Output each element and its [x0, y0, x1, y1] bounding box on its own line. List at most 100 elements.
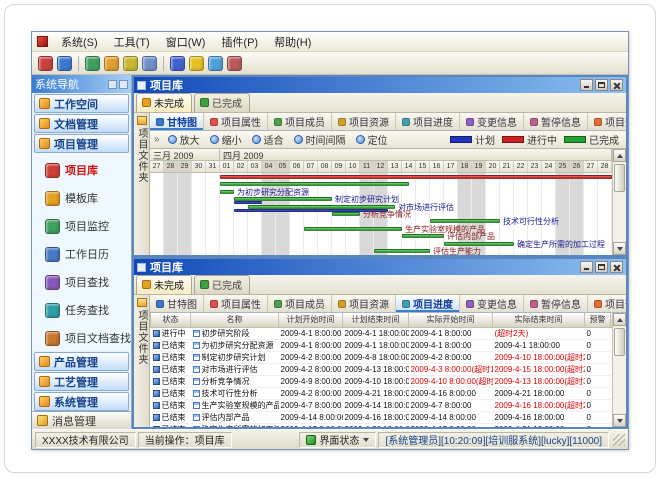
table-row[interactable]: 已结束评估内部产品2009-4-14 8:00:002009-4-16 18:0…: [151, 411, 613, 423]
tab-item[interactable]: 项目进度: [396, 295, 460, 312]
table-row[interactable]: 已结束生产实验室规模的产品2009-4-7 8:00:002009-4-14 1…: [151, 399, 613, 411]
column-header[interactable]: 实际开始时间: [409, 313, 493, 327]
gantt-bar[interactable]: [234, 197, 332, 201]
workspace-icon[interactable]: [57, 56, 72, 71]
scroll-down-icon[interactable]: [613, 414, 626, 427]
table-row[interactable]: 已结束制定初步研究计划2009-4-2 8:00:002009-4-8 18:0…: [151, 351, 613, 363]
gantt-bar[interactable]: [332, 212, 360, 216]
folder-side-tab[interactable]: 项目文件夹: [134, 295, 150, 427]
gantt-bar[interactable]: [444, 242, 514, 246]
report-icon[interactable]: [142, 56, 157, 71]
gantt-bar[interactable]: [430, 219, 500, 223]
table-window-titlebar[interactable]: 项目库: [134, 259, 626, 275]
tab-item[interactable]: 项目进度: [396, 113, 460, 130]
maximize-button[interactable]: [595, 79, 608, 91]
sidebar-group[interactable]: 项目管理: [34, 134, 129, 153]
folder-side-tab[interactable]: 项目文件夹: [134, 113, 150, 255]
scroll-down-icon[interactable]: [613, 242, 626, 255]
overflow-chevron-icon[interactable]: [154, 134, 160, 145]
info-icon[interactable]: [170, 56, 185, 71]
gantt-bar[interactable]: [220, 175, 612, 179]
gantt-bar[interactable]: [220, 182, 409, 186]
gantt-bar[interactable]: [220, 190, 234, 194]
cascade-windows-icon[interactable]: [104, 56, 119, 71]
zoom-out-button[interactable]: 缩小: [208, 132, 244, 147]
minimize-button[interactable]: [580, 79, 593, 91]
column-header[interactable]: 计划结束时间: [343, 313, 409, 327]
sidebar-tab-messages[interactable]: 消息管理: [32, 411, 131, 429]
filter-tab[interactable]: 未完成: [136, 275, 192, 294]
scroll-up-icon[interactable]: [613, 149, 626, 162]
sidebar-item[interactable]: 模板库: [32, 184, 131, 212]
pin-icon[interactable]: [108, 80, 117, 89]
zoom-in-button[interactable]: 放大: [166, 132, 202, 147]
locate-button[interactable]: 定位: [354, 132, 390, 147]
gantt-bar[interactable]: [248, 205, 395, 209]
sidebar-item[interactable]: 项目监控: [32, 212, 131, 240]
tab-item[interactable]: 项目预警: [588, 295, 626, 312]
filter-tab[interactable]: 未完成: [136, 93, 192, 112]
exit-icon[interactable]: [227, 56, 242, 71]
sidebar-group[interactable]: 工作空间: [34, 94, 129, 113]
menu-item[interactable]: 窗口(W): [158, 31, 214, 53]
close-button[interactable]: [610, 261, 623, 273]
menu-item[interactable]: 工具(T): [106, 31, 158, 53]
refresh-icon[interactable]: [85, 56, 100, 71]
tab-item[interactable]: 项目资源: [332, 113, 396, 130]
tab-item[interactable]: 暂停信息: [524, 295, 588, 312]
tab-item[interactable]: 项目成员: [268, 295, 332, 312]
maximize-button[interactable]: [595, 261, 608, 273]
sidebar-group[interactable]: 文档管理: [34, 114, 129, 133]
tab-item[interactable]: 项目成员: [268, 113, 332, 130]
scroll-thumb[interactable]: [614, 164, 625, 192]
system-icon[interactable]: [38, 56, 53, 71]
gantt-vertical-scrollbar[interactable]: [612, 149, 626, 255]
column-header[interactable]: 计划开始时间: [279, 313, 343, 327]
sidebar-item[interactable]: 项目查找: [32, 268, 131, 296]
gantt-window-titlebar[interactable]: 项目库: [134, 77, 626, 93]
menu-item[interactable]: 系统(S): [53, 31, 106, 53]
table-row[interactable]: 已结束分析竞争情况2009-4-9 8:00:002009-4-10 18:00…: [151, 375, 613, 387]
minimize-button[interactable]: [580, 261, 593, 273]
resize-grip[interactable]: [613, 434, 625, 446]
gantt-plot[interactable]: 为初步研究分配资源制定初步研究计划对市场进行评估分析竞争情况技术可行性分析生产实…: [150, 173, 612, 255]
gantt-bar[interactable]: [304, 227, 402, 231]
tab-item[interactable]: 项目预警: [588, 113, 626, 130]
tab-item[interactable]: 甘特图: [150, 113, 204, 130]
sidebar-item[interactable]: 任务查找: [32, 296, 131, 324]
tab-item[interactable]: 项目属性: [204, 295, 268, 312]
mail-icon[interactable]: [123, 56, 138, 71]
zoom-fit-button[interactable]: 适合: [250, 132, 286, 147]
sidebar-group[interactable]: 产品管理: [34, 352, 129, 371]
sidebar-group[interactable]: 工艺管理: [34, 372, 129, 391]
tab-item[interactable]: 变更信息: [460, 113, 524, 130]
tab-item[interactable]: 项目属性: [204, 113, 268, 130]
tab-item[interactable]: 变更信息: [460, 295, 524, 312]
menu-item[interactable]: 插件(P): [213, 31, 266, 53]
close-icon[interactable]: [119, 80, 128, 89]
tab-item[interactable]: 项目资源: [332, 295, 396, 312]
help-icon[interactable]: [208, 56, 223, 71]
table-row[interactable]: 已结束技术可行性分析2009-4-2 8:00:002009-4-21 18:0…: [151, 387, 613, 399]
view-state-panel[interactable]: 界面状态: [299, 432, 376, 448]
gantt-bar[interactable]: [374, 249, 430, 253]
table-row[interactable]: 已结束对市场进行评估2009-4-2 8:00:002009-4-13 18:0…: [151, 363, 613, 375]
lock-icon[interactable]: [189, 56, 204, 71]
gantt-bar[interactable]: [402, 234, 444, 238]
table-row[interactable]: 已结束确定生产所需的加工过程2009-4-17 8:00:002009-4-20…: [151, 423, 613, 427]
sidebar-item[interactable]: 项目库: [32, 156, 131, 184]
filter-tab[interactable]: 已完成: [194, 93, 250, 112]
sidebar-group[interactable]: 系统管理: [34, 392, 129, 411]
time-interval-button[interactable]: 时间间隔: [292, 132, 348, 147]
tab-item[interactable]: 甘特图: [150, 295, 204, 312]
sidebar-item[interactable]: 工作日历: [32, 240, 131, 268]
column-header[interactable]: 名称: [191, 313, 279, 327]
table-row[interactable]: 进行中初步研究阶段2009-4-1 8:00:002009-4-1 18:00:…: [151, 327, 613, 339]
close-button[interactable]: [610, 79, 623, 91]
column-header[interactable]: 状态: [151, 313, 191, 327]
filter-tab[interactable]: 已完成: [194, 275, 250, 294]
table-row[interactable]: 已结束为初步研究分配资源2009-4-1 8:00:002009-4-1 18:…: [151, 339, 613, 351]
gantt-bar[interactable]: [234, 201, 262, 204]
column-header[interactable]: 预警: [585, 313, 611, 327]
scroll-thumb[interactable]: [614, 328, 625, 356]
